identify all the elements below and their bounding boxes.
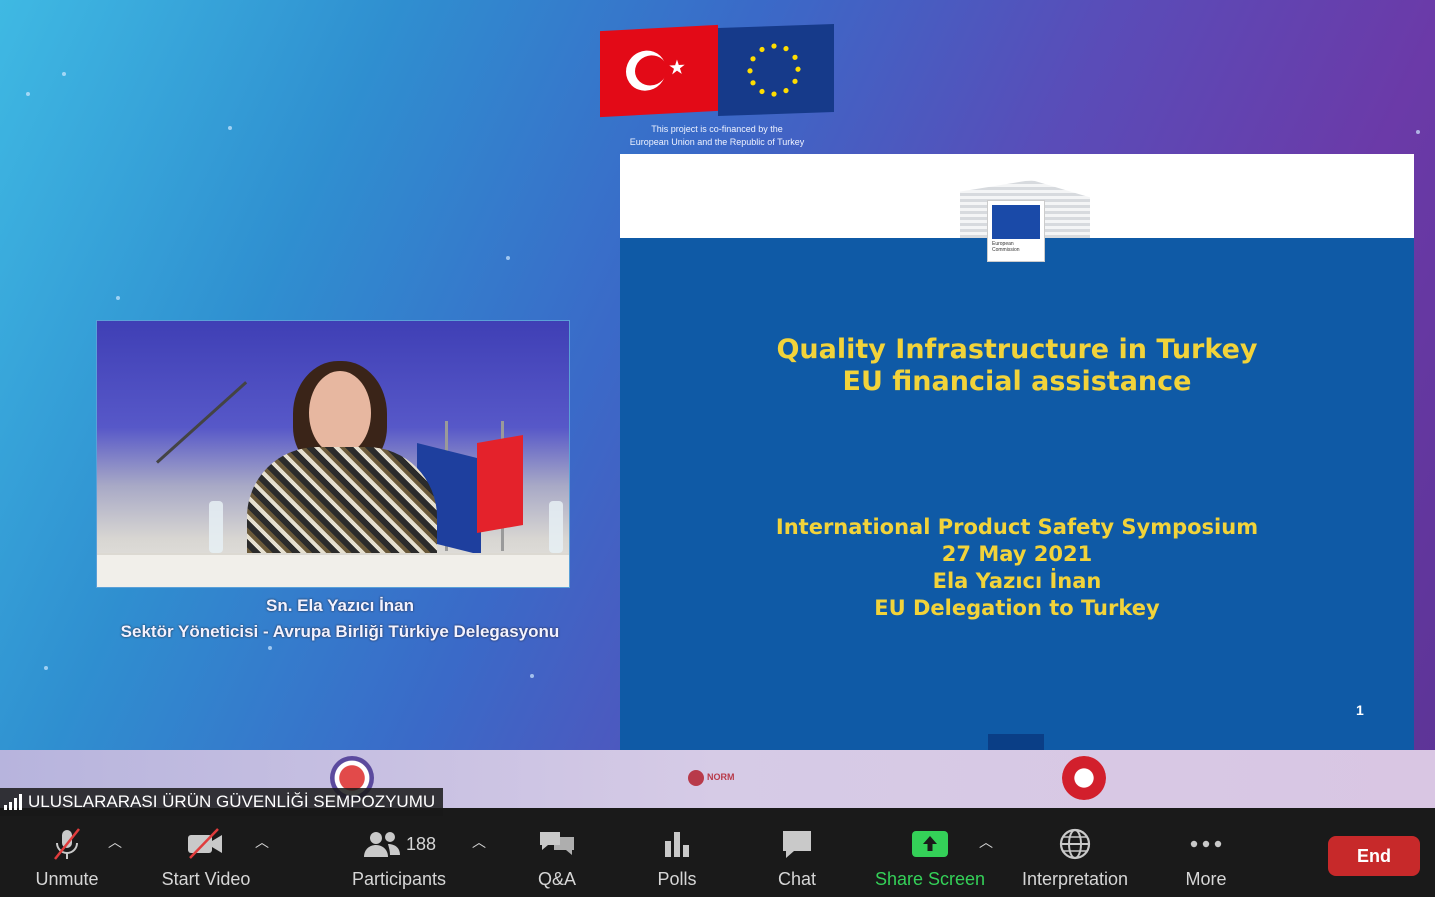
- turkey-flag: ★: [600, 24, 718, 118]
- unmute-button[interactable]: Unmute: [20, 808, 114, 897]
- globe-icon: [1058, 826, 1092, 862]
- video-camera-off-icon: [186, 826, 226, 862]
- qa-label: Q&A: [537, 869, 576, 889]
- qa-button[interactable]: Q&A: [522, 808, 592, 897]
- water-bottle: [209, 501, 223, 553]
- video-stage: ★ This project is co-financed by the Eur…: [0, 0, 1435, 808]
- speaker-caption: Sn. Ela Yazıcı İnan Sektör Yöneticisi - …: [70, 593, 610, 645]
- video-options-chevron-icon[interactable]: ︿: [255, 832, 269, 852]
- microphone-stand: [155, 381, 248, 464]
- chat-bubble-icon: [780, 826, 814, 862]
- participants-options-chevron-icon[interactable]: ︿: [472, 832, 486, 852]
- turkey-table-flag: [477, 434, 523, 534]
- participants-button[interactable]: 188 Participants: [340, 808, 458, 897]
- participants-icon-row: 188: [362, 826, 436, 862]
- start-video-button[interactable]: Start Video: [150, 808, 262, 897]
- background-sparkle: [268, 646, 272, 650]
- slide-sub-line-4: EU Delegation to Turkey: [874, 596, 1160, 620]
- interpretation-button[interactable]: Interpretation: [1012, 808, 1138, 897]
- background-sparkle: [116, 296, 120, 300]
- eu-flag: [718, 23, 834, 117]
- signal-bars-icon[interactable]: [4, 794, 22, 810]
- slide-page-number: 1: [1356, 702, 1364, 718]
- slide-subtitle: International Product Safety Symposium 2…: [620, 514, 1414, 622]
- speaker-title: Sektör Yöneticisi - Avrupa Birliği Türki…: [120, 622, 560, 641]
- caption-line-2: European Union and the Republic of Turke…: [629, 137, 805, 147]
- slide-title-line-1: Quality Infrastructure in Turkey: [776, 334, 1258, 365]
- ministry-seal-logo: [1062, 756, 1106, 800]
- share-screen-label: Share Screen: [874, 869, 986, 889]
- podium-table: [97, 553, 569, 587]
- chat-button[interactable]: Chat: [762, 808, 832, 897]
- ellipsis-icon: [1189, 826, 1223, 862]
- caption-line-1: This project is co-financed by the: [651, 124, 783, 134]
- background-sparkle: [1416, 130, 1420, 134]
- slide-footer-tab: [988, 734, 1044, 750]
- globe-logo-icon: [688, 769, 704, 786]
- unmute-label: Unmute: [35, 869, 99, 889]
- background-sparkle: [530, 674, 534, 678]
- microphone-muted-icon: [49, 826, 85, 862]
- norm-logo-text: NORM: [707, 772, 735, 782]
- more-label: More: [1185, 869, 1227, 889]
- start-video-label: Start Video: [161, 869, 251, 889]
- flags-header: ★: [600, 23, 834, 118]
- share-arrow-up-icon: [911, 826, 949, 862]
- meeting-toolbar: Unmute ︿ Start Video ︿ 188 Participants …: [0, 808, 1435, 897]
- norm-logo: NORM: [688, 768, 748, 786]
- participants-count: 188: [405, 833, 437, 854]
- slide-title-line-2: EU financial assistance: [842, 366, 1192, 397]
- share-screen-button[interactable]: Share Screen: [872, 808, 988, 897]
- ec-logo-text-2: Commission: [992, 247, 1020, 253]
- audio-options-chevron-icon[interactable]: ︿: [108, 832, 122, 852]
- slide-sub-line-3: Ela Yazıcı İnan: [932, 569, 1102, 593]
- chat-label: Chat: [777, 869, 817, 889]
- polls-button[interactable]: Polls: [642, 808, 712, 897]
- slide-title: Quality Infrastructure in Turkey EU fina…: [620, 334, 1414, 398]
- water-bottle: [549, 501, 563, 553]
- background-sparkle: [26, 92, 30, 96]
- bar-chart-icon: [662, 826, 692, 862]
- speech-bubbles-icon: [538, 826, 576, 862]
- background-sparkle: [62, 72, 66, 76]
- interpretation-label: Interpretation: [1021, 869, 1129, 889]
- participants-label: Participants: [351, 869, 447, 889]
- presentation-slide: European Commission Quality Infrastructu…: [620, 154, 1414, 750]
- meeting-name: ULUSLARARASI ÜRÜN GÜVENLİĞİ SEMPOZYUMU: [28, 792, 436, 811]
- slide-sub-line-1: International Product Safety Symposium: [775, 515, 1259, 539]
- speaker-video: [96, 320, 570, 588]
- more-button[interactable]: More: [1170, 808, 1242, 897]
- polls-label: Polls: [657, 869, 697, 889]
- meeting-name-overlay: ULUSLARARASI ÜRÜN GÜVENLİĞİ SEMPOZYUMU: [0, 788, 444, 816]
- slide-sub-line-2: 27 May 2021: [941, 542, 1093, 566]
- people-icon: [363, 832, 400, 857]
- end-meeting-button[interactable]: End: [1328, 836, 1420, 876]
- speaker-body: [247, 447, 437, 567]
- speaker-face: [309, 371, 371, 455]
- speaker-name: Sn. Ela Yazıcı İnan: [265, 596, 415, 615]
- cofinance-caption: This project is co-financed by the Europ…: [590, 123, 844, 149]
- european-commission-logo: European Commission: [987, 200, 1045, 262]
- share-options-chevron-icon[interactable]: ︿: [979, 832, 993, 852]
- background-sparkle: [44, 666, 48, 670]
- background-sparkle: [506, 256, 510, 260]
- background-sparkle: [228, 126, 232, 130]
